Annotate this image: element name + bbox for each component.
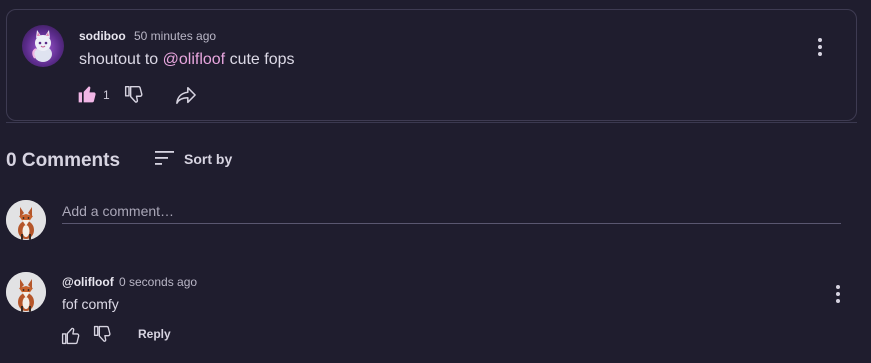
thumb-up-filled-icon[interactable] (77, 84, 97, 104)
add-comment-input[interactable] (62, 198, 841, 224)
reply-button[interactable]: Reply (138, 327, 171, 341)
more-vert-icon (818, 38, 822, 42)
post-mention-link[interactable]: @olifloof (163, 51, 226, 68)
post-menu-button[interactable] (818, 38, 822, 56)
comment-avatar[interactable] (6, 272, 46, 312)
comment-menu-button[interactable] (836, 285, 840, 303)
post-like-count: 1 (103, 88, 110, 102)
post-timestamp[interactable]: 50 minutes ago (134, 29, 216, 43)
post-text: shoutout to @olifloof cute fops (79, 51, 295, 69)
thumb-down-icon[interactable] (124, 85, 144, 105)
more-vert-icon (836, 285, 840, 289)
thumb-up-icon[interactable] (61, 326, 80, 345)
post-text-prefix: shoutout to (79, 51, 163, 68)
fox-avatar-icon (6, 200, 46, 240)
sort-icon[interactable] (155, 150, 175, 166)
fox-avatar-icon (6, 272, 46, 312)
share-icon[interactable] (175, 85, 197, 105)
post-avatar[interactable] (22, 25, 64, 67)
post-text-suffix: cute fops (225, 51, 295, 68)
comment-timestamp[interactable]: 0 seconds ago (119, 275, 197, 289)
post-divider (6, 122, 857, 123)
comments-count-title: 0 Comments (6, 150, 121, 171)
current-user-avatar[interactable] (6, 200, 46, 240)
sort-by-button[interactable]: Sort by (184, 151, 232, 167)
cat-avatar-icon (32, 30, 52, 62)
comment-username[interactable]: @olifloof (62, 275, 114, 289)
thumb-down-icon[interactable] (93, 325, 112, 344)
post-username[interactable]: sodiboo (79, 29, 126, 43)
comment-text: fof comfy (62, 296, 119, 312)
